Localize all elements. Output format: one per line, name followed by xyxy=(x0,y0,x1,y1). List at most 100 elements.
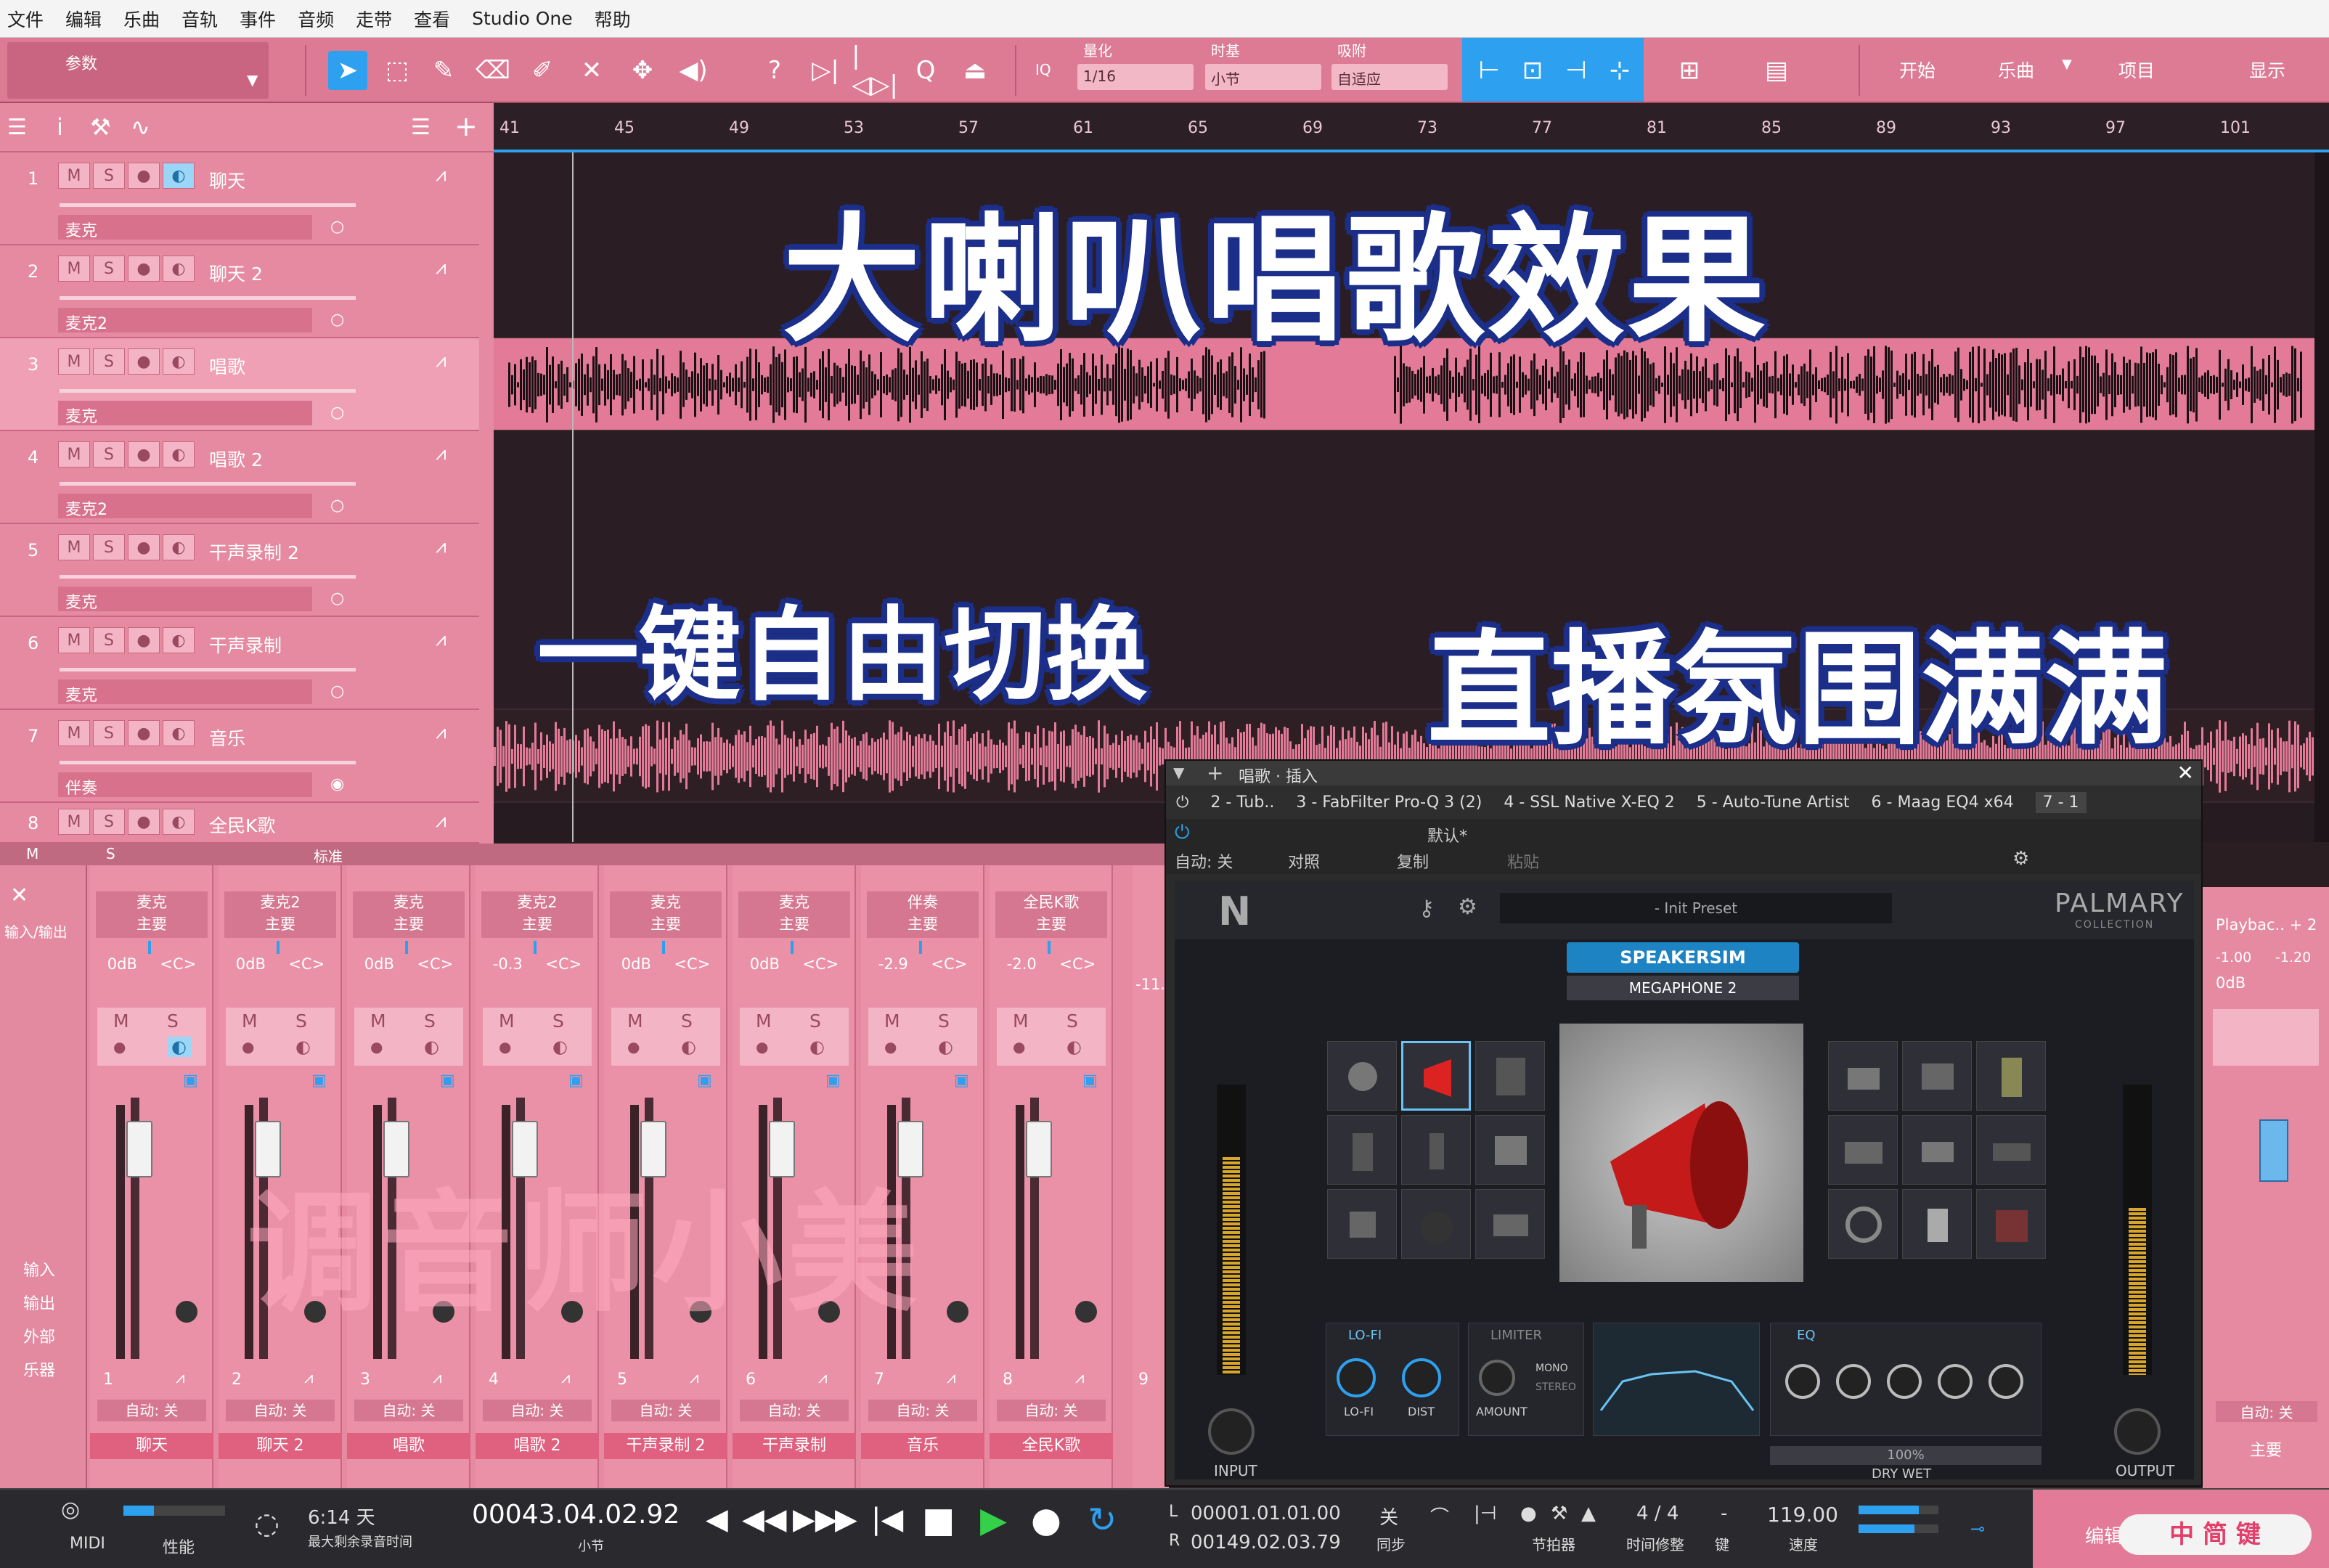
eq-knob[interactable] xyxy=(1887,1364,1922,1399)
track-input-select[interactable]: 麦克 xyxy=(58,587,312,612)
track-row[interactable]: 8 M S ● ◐ 全民K歌 ⩘ xyxy=(0,803,479,844)
mute-button[interactable]: M xyxy=(884,1010,900,1032)
timebase-select[interactable]: 小节 xyxy=(1205,64,1321,90)
mixer-view-select[interactable]: 标准 xyxy=(314,845,343,866)
track-name[interactable]: 干声录制 xyxy=(209,632,282,658)
record-mode-icon[interactable]: ○ xyxy=(330,218,344,236)
solo-button[interactable]: S xyxy=(93,163,125,189)
timeline-ruler[interactable]: 41 45 49 53 57 61 65 69 73 77 81 85 89 9… xyxy=(494,103,2329,152)
track-input-select[interactable]: 伴奏 xyxy=(58,772,312,798)
input-knob[interactable] xyxy=(1208,1408,1255,1455)
solo-button[interactable]: S xyxy=(93,534,125,560)
speaker-tile-walkie[interactable] xyxy=(1327,1115,1397,1185)
channel-io[interactable]: 麦克 主要 xyxy=(353,891,465,938)
channel-output-bus[interactable]: 主要 xyxy=(995,913,1107,935)
record-arm-button[interactable]: ● xyxy=(128,441,160,467)
rewind-icon[interactable]: ◀◀ xyxy=(742,1503,787,1536)
solo-button[interactable]: S xyxy=(93,720,125,746)
wrench-icon[interactable]: ⚒ xyxy=(90,113,111,141)
record-mode-icon[interactable]: ○ xyxy=(330,404,344,422)
track-volume-slider[interactable] xyxy=(60,296,356,300)
speaker-tile-megaphone[interactable] xyxy=(1401,1041,1471,1111)
pan-indicator[interactable] xyxy=(405,941,408,954)
monitor-button[interactable]: ◐ xyxy=(163,627,195,653)
channel-pan[interactable]: <C> xyxy=(931,955,967,973)
snap-block-icon[interactable]: ⊡ xyxy=(1513,51,1552,90)
speaker-tile-car[interactable] xyxy=(1976,1115,2046,1185)
channel-strip-partial[interactable]: -11. 9 xyxy=(1133,865,1169,1488)
channel-volume[interactable]: 0dB xyxy=(107,955,137,973)
chevron-down-icon[interactable]: ▼ xyxy=(1173,764,1184,781)
track-name[interactable]: 音乐 xyxy=(209,724,245,751)
auto-label[interactable]: 自动: 关 xyxy=(1175,849,1233,873)
solo-button[interactable]: S xyxy=(1066,1010,1078,1032)
channel-output-bus[interactable]: 主要 xyxy=(867,913,979,935)
solo-button[interactable]: S xyxy=(93,627,125,653)
metronome-tool-icon[interactable]: ⏏ xyxy=(955,51,995,90)
auto-label[interactable]: 自动: 关 xyxy=(2216,1401,2317,1422)
channel-output-bus[interactable]: 主要 xyxy=(353,913,465,935)
solo-button[interactable]: S xyxy=(424,1010,436,1032)
main-output-strip[interactable]: Playbac.. + 2 -1.00 -1.20 0dB 自动: 关 主要 xyxy=(2203,887,2329,1488)
monitor-icon[interactable]: ◐ xyxy=(809,1037,825,1057)
channel-auto[interactable]: 自动: 关 xyxy=(868,1400,977,1421)
speaker-tile-phone[interactable] xyxy=(1401,1115,1471,1185)
sync-value[interactable]: 关 xyxy=(1379,1503,1398,1530)
channel-expand-icon[interactable]: ▣ xyxy=(1082,1071,1098,1090)
solo-button[interactable]: S xyxy=(93,256,125,282)
monitor-button[interactable]: ◐ xyxy=(163,441,195,467)
menu-audio[interactable]: 音频 xyxy=(298,6,334,32)
track-name[interactable]: 聊天 xyxy=(209,167,245,193)
record-arm-icon[interactable]: ● xyxy=(499,1038,511,1055)
record-arm-button[interactable]: ● xyxy=(128,720,160,746)
punch-icon[interactable]: |⊣ xyxy=(1474,1503,1496,1524)
fast-forward-icon[interactable]: ▶▶ xyxy=(793,1503,838,1536)
eq-knob[interactable] xyxy=(1989,1364,2023,1399)
track-input-select[interactable]: 麦克 xyxy=(58,401,312,426)
channel-expand-icon[interactable]: ▣ xyxy=(697,1071,712,1090)
track-volume-slider[interactable] xyxy=(60,482,356,486)
edit-button[interactable]: 编辑 xyxy=(2085,1522,2123,1548)
channel-pan[interactable]: <C> xyxy=(417,955,453,973)
monitor-icon[interactable]: ◐ xyxy=(681,1037,696,1057)
channel-pan[interactable]: <C> xyxy=(545,955,582,973)
record-arm-button[interactable]: ● xyxy=(128,627,160,653)
channel-fader-knob[interactable] xyxy=(1026,1121,1052,1177)
track-name[interactable]: 唱歌 2 xyxy=(209,446,263,472)
menu-file[interactable]: 文件 xyxy=(7,6,44,32)
mute-button[interactable]: M xyxy=(370,1010,386,1032)
waveform-icon[interactable]: ⩘ xyxy=(433,1369,441,1387)
channel-pan[interactable]: <C> xyxy=(674,955,710,973)
record-mode-icon[interactable]: ○ xyxy=(330,589,344,608)
return-to-zero-icon[interactable]: |◀ xyxy=(871,1503,903,1536)
position-display[interactable]: 00043.04.02.92 xyxy=(472,1500,680,1530)
arrow-tool-icon[interactable]: ➤ xyxy=(328,51,367,90)
plugin-titlebar[interactable]: ▼ + 唱歌 · 插入 ✕ xyxy=(1166,761,2201,786)
playhead[interactable] xyxy=(572,152,574,842)
insert-tab[interactable]: 2 - Tub.. xyxy=(1210,793,1274,812)
io-label[interactable]: 输入/输出 xyxy=(4,920,68,942)
pan-indicator[interactable] xyxy=(1048,941,1051,954)
waveform-icon[interactable]: ⩘ xyxy=(690,1369,698,1387)
monitor-button[interactable]: ◐ xyxy=(163,534,195,560)
speaker-tile-headphones[interactable] xyxy=(1828,1189,1898,1259)
solo-button[interactable]: S xyxy=(295,1010,307,1032)
ms-block[interactable] xyxy=(2213,1009,2319,1066)
song-chevron-icon[interactable]: ▼ xyxy=(2062,57,2072,72)
lofi-knob[interactable] xyxy=(1337,1358,1376,1397)
channel-auto[interactable]: 自动: 关 xyxy=(226,1400,335,1421)
track-input-select[interactable]: 麦克2 xyxy=(58,308,312,333)
channel-send-knob[interactable] xyxy=(176,1301,197,1323)
params-panel[interactable]: 参数 ▼ xyxy=(7,42,269,99)
channel-volume[interactable]: 0dB xyxy=(236,955,266,973)
monitor-button[interactable]: ◐ xyxy=(163,809,195,835)
insert-tab[interactable]: 5 - Auto-Tune Artist xyxy=(1697,793,1850,812)
speaker-tile-toy[interactable] xyxy=(1902,1189,1972,1259)
channel-auto[interactable]: 自动: 关 xyxy=(997,1400,1106,1421)
track-volume-slider[interactable] xyxy=(60,203,356,207)
waveform-icon[interactable]: ⩘ xyxy=(1075,1369,1084,1387)
channel-name[interactable]: 干声录制 xyxy=(733,1433,856,1459)
song-button[interactable]: 乐曲 xyxy=(1998,57,2034,83)
track-name[interactable]: 干声录制 2 xyxy=(209,539,299,565)
channel-volume[interactable]: 0dB xyxy=(364,955,394,973)
